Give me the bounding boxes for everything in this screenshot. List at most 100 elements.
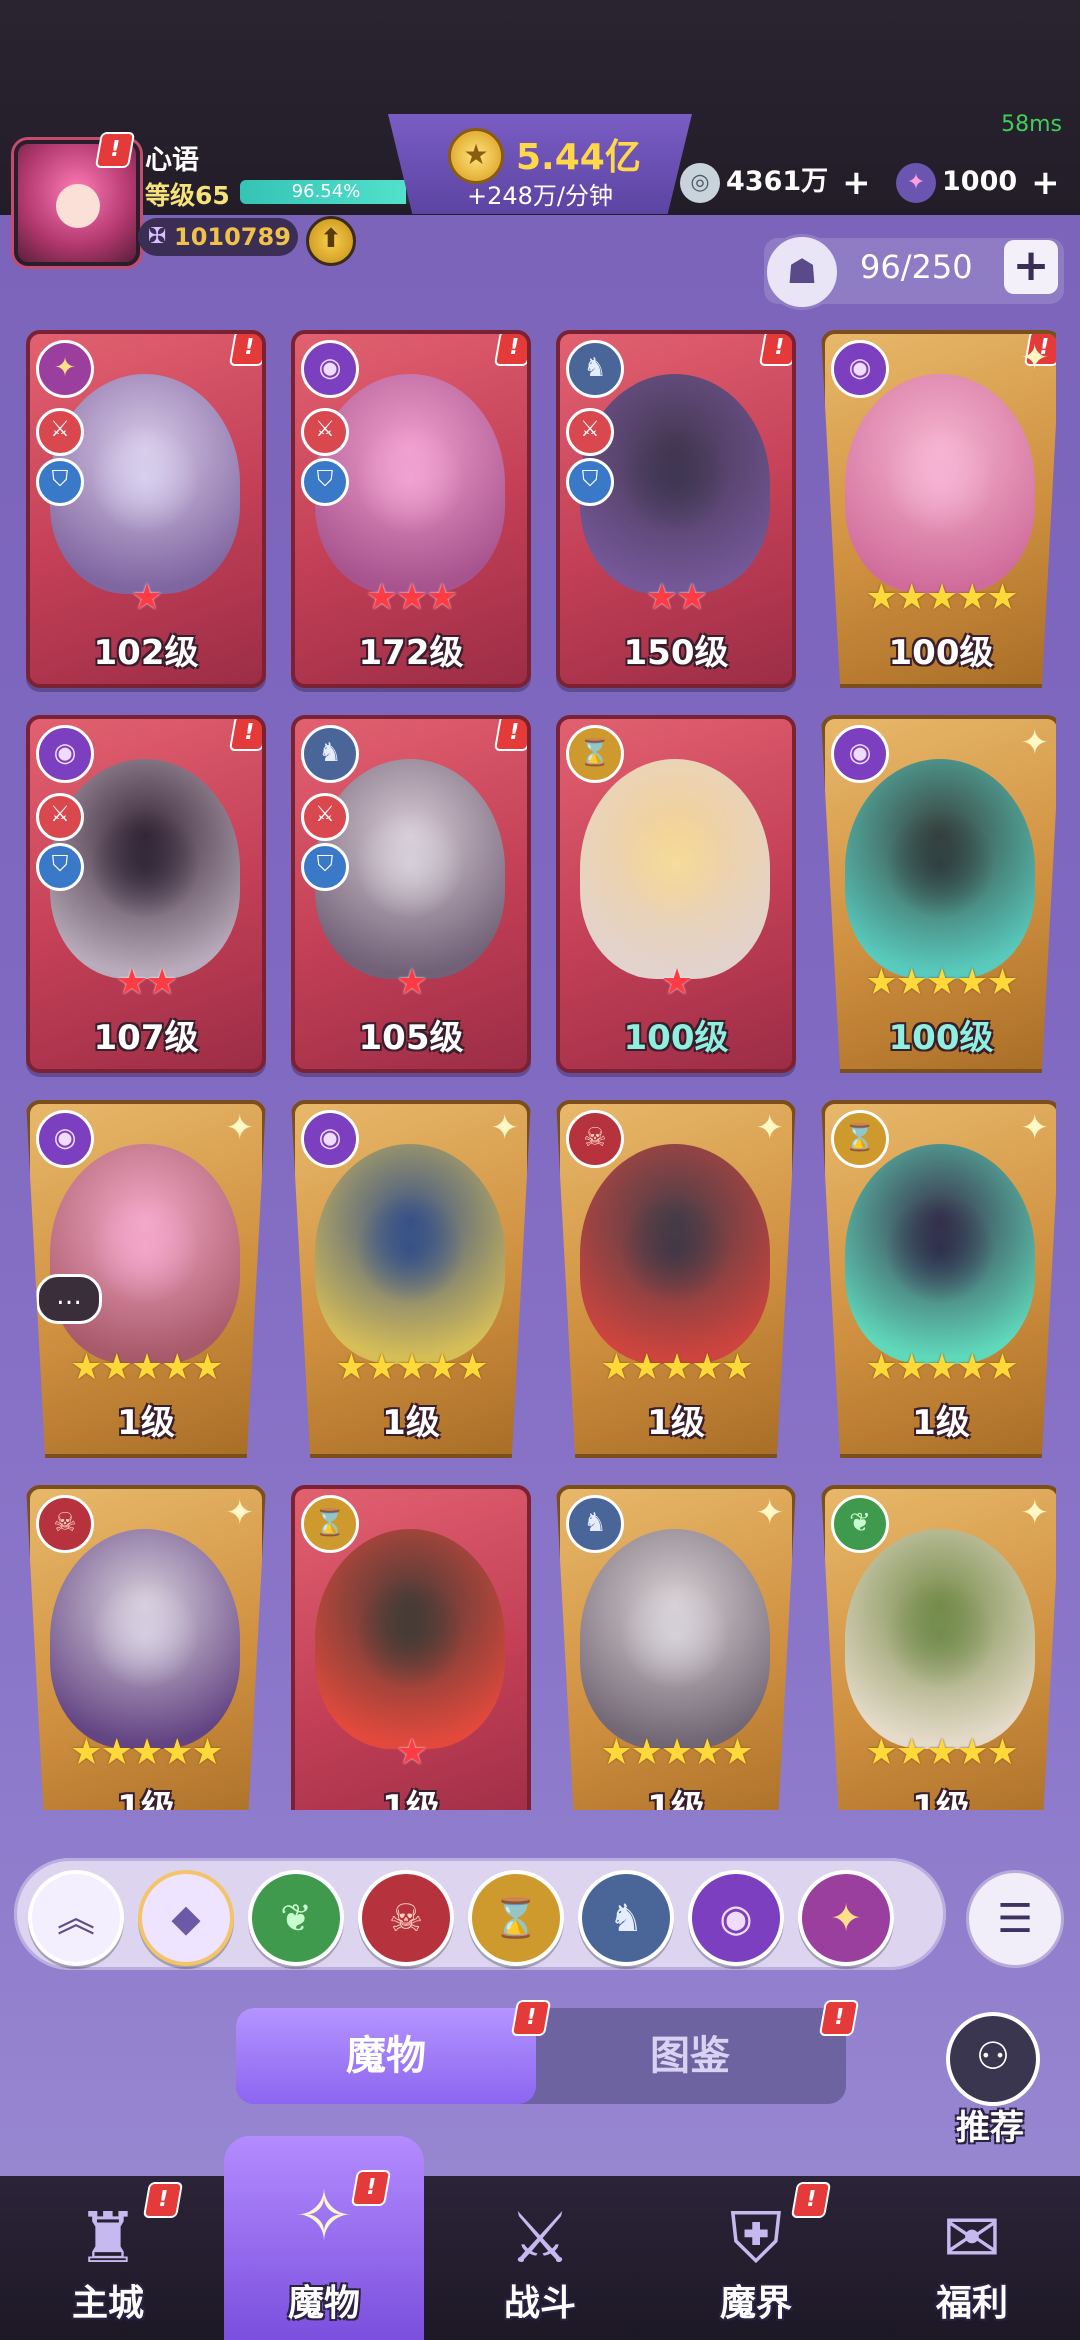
star-icon: ★ xyxy=(395,577,428,618)
monster-level: 1级 xyxy=(912,1788,970,1810)
filter-collapse-button[interactable]: ︽ xyxy=(28,1870,124,1966)
star-rating: ★ xyxy=(295,963,527,1003)
star-rating: ★★★★★ xyxy=(825,1733,1056,1773)
monster-card[interactable]: ♞ ✦ ★★★★★ 1级 xyxy=(556,1485,796,1810)
monster-card[interactable]: ◉ ⚔ ⛉! ★★★ 172级 xyxy=(291,330,531,688)
nav-realm[interactable]: ⛨! 魔界 xyxy=(648,2176,864,2340)
nav-monsters[interactable]: ✧! 魔物 xyxy=(224,2136,424,2340)
monster-portrait-highlight xyxy=(885,809,995,919)
sparkle-icon: ✦ xyxy=(755,1108,785,1148)
sparkle-icon: ✦ xyxy=(1020,338,1050,378)
monster-level: 1级 xyxy=(912,1403,970,1443)
star-icon: ★ xyxy=(395,1732,428,1773)
star-icon: ★ xyxy=(865,1347,897,1388)
monster-card[interactable]: ⌛ ★ 1级 xyxy=(291,1485,531,1810)
sort-button[interactable]: ☰ xyxy=(966,1870,1064,1968)
monster-card[interactable]: ♞ ⚔ ⛉! ★ 105级 xyxy=(291,715,531,1073)
star-rating: ★★★★★ xyxy=(30,1348,262,1388)
monster-card[interactable]: ◉ ⚔ ⛉! ★★ 107级 xyxy=(26,715,266,1073)
star-icon: ★ xyxy=(691,1732,723,1773)
filter-leaf-button[interactable]: ❦ xyxy=(248,1870,344,1966)
nav-label: 魔物 xyxy=(287,2283,360,2324)
monster-card[interactable]: ⌛ ★ 100级 xyxy=(556,715,796,1073)
monster-portrait-highlight xyxy=(885,1194,995,1304)
monster-level: 100级 xyxy=(623,1018,729,1058)
monster-level: 102级 xyxy=(93,633,199,673)
monster-level: 1级 xyxy=(117,1403,175,1443)
monster-portrait-highlight xyxy=(355,809,465,919)
demon-mask-icon: ☠ xyxy=(36,1495,94,1553)
nav-label: 福利 xyxy=(935,2283,1008,2324)
defense-equip-icon: ⛉ xyxy=(566,458,614,506)
monster-portrait-highlight xyxy=(355,1579,465,1689)
star-icon: ★ xyxy=(115,962,148,1003)
dragon-icon: ♞ xyxy=(566,340,624,398)
star-rating: ★ xyxy=(30,578,262,618)
monster-portrait-highlight xyxy=(355,424,465,534)
monster-portrait-highlight xyxy=(90,1579,200,1689)
filter-all-factions-button[interactable]: ◆ xyxy=(138,1870,234,1966)
sword-power-icon: ✠ xyxy=(148,224,167,249)
monster-card[interactable]: ♞ ⚔ ⛉! ★★ 150级 xyxy=(556,330,796,688)
sort-icon: ☰ xyxy=(997,1896,1033,1942)
monster-card[interactable]: ◉ ✦ ★★★★★ 100级 xyxy=(821,715,1056,1073)
star-icon: ★ xyxy=(335,1347,367,1388)
player-name: 心语 xyxy=(145,145,199,176)
star-icon: ★ xyxy=(660,962,693,1003)
nav-rewards[interactable]: ✉ 福利 xyxy=(864,2176,1080,2340)
power-up-button[interactable]: ⬆ xyxy=(306,216,356,266)
monster-level: 1级 xyxy=(647,1788,705,1810)
star-icon: ★ xyxy=(691,1347,723,1388)
filter-demon-mask-button[interactable]: ☠ xyxy=(358,1870,454,1966)
star-icon: ★ xyxy=(986,1732,1018,1773)
sparkle-icon: ✦ xyxy=(225,1493,255,1533)
eye-icon: ◉ xyxy=(36,1110,94,1168)
xp-percent: 96.54% xyxy=(291,181,361,202)
filter-eye-button[interactable]: ◉ xyxy=(688,1870,784,1966)
star-icon: ★ xyxy=(956,1347,988,1388)
star-icon: ★ xyxy=(630,1732,663,1773)
silver-add-button[interactable]: + xyxy=(842,161,871,205)
monster-portrait-highlight xyxy=(620,1579,730,1689)
monster-level: 105级 xyxy=(358,1018,464,1058)
expand-capacity-button[interactable]: + xyxy=(1004,240,1058,294)
monster-card[interactable]: ❦ ✦ ★★★★★ 1级 xyxy=(821,1485,1056,1810)
recommend-button[interactable]: ⚇ xyxy=(946,2012,1040,2106)
filter-whirl-button[interactable]: ✦ xyxy=(798,1870,894,1966)
star-icon: ★ xyxy=(895,577,928,618)
star-rating: ★★ xyxy=(560,578,792,618)
star-icon: ★ xyxy=(161,1732,193,1773)
star-icon: ★ xyxy=(130,577,163,618)
nav-label: 战斗 xyxy=(503,2283,576,2324)
defense-equip-icon: ⛉ xyxy=(36,458,84,506)
monster-card[interactable]: ⌛ ✦ ★★★★★ 1级 xyxy=(821,1100,1056,1458)
attack-equip-icon: ⚔ xyxy=(566,408,614,456)
monster-portrait-highlight xyxy=(885,1579,995,1689)
defense-equip-icon: ⛉ xyxy=(301,458,349,506)
card-alert-badge: ! xyxy=(493,719,527,751)
attack-equip-icon: ⚔ xyxy=(301,408,349,456)
filter-dragon-button[interactable]: ♞ xyxy=(578,1870,674,1966)
monster-card[interactable]: ☠ ✦ ★★★★★ 1级 xyxy=(556,1100,796,1458)
star-icon: ★ xyxy=(865,1732,897,1773)
monster-level: 1级 xyxy=(647,1403,705,1443)
monster-card[interactable]: ◉ ✦ ★★★★★ 1级 xyxy=(291,1100,531,1458)
monster-level: 100级 xyxy=(888,1018,994,1058)
battle-shield-icon: ⚔ xyxy=(508,2197,572,2279)
tab-codex[interactable]: 图鉴 xyxy=(540,2008,840,2104)
nav-battle[interactable]: ⚔ 战斗 xyxy=(432,2176,648,2340)
monster-card[interactable]: ✦ ⚔ ⛉! ★ 102级 xyxy=(26,330,266,688)
star-icon: ★ xyxy=(70,1732,102,1773)
gem-add-button[interactable]: + xyxy=(1031,161,1060,205)
filter-hourglass-button[interactable]: ⌛ xyxy=(468,1870,564,1966)
nav-home[interactable]: ♜! 主城 xyxy=(0,2176,216,2340)
star-icon: ★ xyxy=(100,1347,133,1388)
monster-card[interactable]: ◉… ✦ ★★★★★ 1级 xyxy=(26,1100,266,1458)
monster-card[interactable]: ◉! ✦ ★★★★★ 100级 xyxy=(821,330,1056,688)
tab-monsters[interactable]: 魔物 xyxy=(236,2008,536,2104)
monster-level: 1级 xyxy=(382,1403,440,1443)
monster-card[interactable]: ☠ ✦ ★★★★★ 1级 xyxy=(26,1485,266,1810)
sparkle-icon: ✦ xyxy=(1020,1108,1050,1148)
player-level: 等级65 xyxy=(145,181,230,210)
gold-panel[interactable]: ★ 5.44亿 +248万/分钟 xyxy=(388,114,692,214)
